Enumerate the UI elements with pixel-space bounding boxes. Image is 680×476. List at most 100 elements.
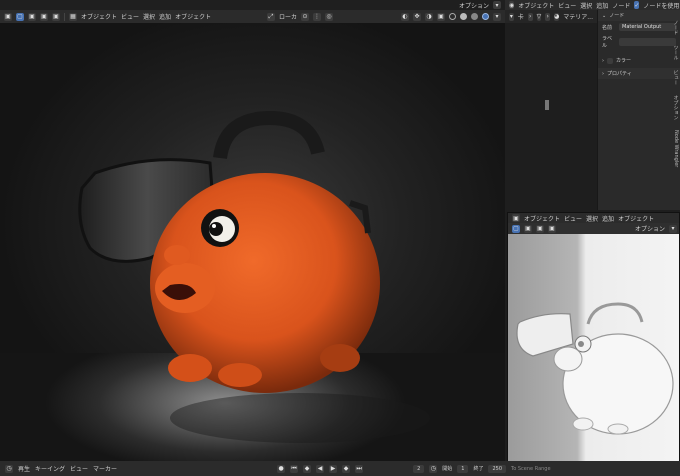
name-field[interactable]: Material Output xyxy=(619,23,676,31)
keying-menu[interactable]: キーイング xyxy=(35,464,65,473)
overlay-icon[interactable]: ◑ xyxy=(425,12,433,21)
sub-object-menu[interactable]: オブジェクト xyxy=(618,214,654,223)
secondary-canvas[interactable] xyxy=(508,234,679,461)
chevron-down-icon[interactable]: ▾ xyxy=(669,224,677,233)
sub-select-menu[interactable]: 選択 xyxy=(586,214,598,223)
play-reverse-icon[interactable]: ◀ xyxy=(316,464,325,473)
main-viewport[interactable] xyxy=(0,23,505,461)
node-select-menu[interactable]: 選択 xyxy=(580,1,592,10)
jump-start-icon[interactable]: ⏮ xyxy=(290,464,299,473)
outline-leg-2 xyxy=(607,423,629,435)
node-node-menu[interactable]: ノード xyxy=(612,1,630,10)
tab-node-wrangler[interactable]: Node Wrangler xyxy=(673,130,679,167)
properties-panel: ⌄ ノード 名前 Material Output ラベル › カラー › プロパ… xyxy=(597,10,680,210)
tab-tool[interactable]: ツール xyxy=(673,45,680,60)
xray-icon[interactable]: ▣ xyxy=(437,12,445,21)
solid-shading-icon[interactable] xyxy=(460,13,467,20)
marker-menu[interactable]: マーカー xyxy=(93,464,117,473)
pivot-icon[interactable]: ⊙ xyxy=(301,12,309,21)
checkbox-icon[interactable]: ✓ xyxy=(634,1,640,9)
slot-icon[interactable]: ▾ xyxy=(509,12,514,21)
playback-menu[interactable]: 再生 xyxy=(18,464,30,473)
chevron-down-icon[interactable]: ⌄ xyxy=(602,13,606,19)
node-add-menu[interactable]: 追加 xyxy=(596,1,608,10)
select-subtract-icon[interactable]: ▣ xyxy=(536,224,544,233)
local-dropdown[interactable]: ローカ xyxy=(279,12,297,21)
outline-leg xyxy=(572,417,594,431)
label-field[interactable] xyxy=(619,38,676,46)
timeline-view-menu[interactable]: ビュー xyxy=(70,464,88,473)
secondary-viewport-header: ▣ オブジェクト ビュー 選択 追加 オブジェクト xyxy=(508,213,679,223)
visibility-icon[interactable]: ◐ xyxy=(401,12,409,21)
options-dropdown[interactable]: オプション xyxy=(459,1,489,10)
rendered-shading-icon[interactable] xyxy=(482,13,489,20)
to-scene-range-button[interactable]: To Scene Range xyxy=(511,466,551,472)
chevron-right-icon[interactable]: › xyxy=(527,12,533,21)
node-view-menu[interactable]: ビュー xyxy=(558,1,576,10)
next-key-icon[interactable]: ◆ xyxy=(342,464,351,473)
node-canvas-marker xyxy=(545,100,549,110)
tab-view[interactable]: ビュー xyxy=(673,70,680,85)
divider xyxy=(64,12,65,21)
clock-icon[interactable]: ◷ xyxy=(429,464,438,473)
end-frame-field[interactable]: 250 xyxy=(488,464,507,473)
sub-options-dropdown[interactable]: オプション xyxy=(635,224,665,233)
select-subtract-icon[interactable]: ▣ xyxy=(40,12,48,21)
material-sphere-icon[interactable]: ◕ xyxy=(554,12,560,21)
use-nodes-label[interactable]: ノードを使用 xyxy=(643,1,679,10)
shading-options-icon[interactable]: ▾ xyxy=(493,12,501,21)
proportional-edit-icon[interactable]: ◎ xyxy=(325,12,333,21)
outline-pupil xyxy=(578,341,584,347)
gizmo-icon[interactable]: ✥ xyxy=(413,12,421,21)
material-name[interactable]: マテリア... xyxy=(563,12,593,21)
select-extend-icon[interactable]: ▣ xyxy=(28,12,36,21)
tab-options[interactable]: オプション xyxy=(673,95,680,120)
name-row: 名前 Material Output xyxy=(598,21,680,33)
editor-type-icon[interactable]: ▣ xyxy=(512,214,520,222)
node-mode-menu[interactable]: オブジェクト xyxy=(518,1,554,10)
secondary-viewport-toolbar: ▢ ▣ ▣ ▣ オプション ▾ xyxy=(508,223,679,234)
properties-row[interactable]: › プロパティ xyxy=(598,68,680,79)
chevron-right-icon[interactable]: › xyxy=(602,71,604,77)
color-checkbox-icon[interactable] xyxy=(607,57,613,64)
current-frame-field[interactable]: 2 xyxy=(413,464,425,473)
view-menu[interactable]: ビュー xyxy=(121,12,139,21)
add-menu[interactable]: 追加 xyxy=(159,12,171,21)
editor-type-icon[interactable]: ◷ xyxy=(5,464,13,473)
wireframe-shading-icon[interactable] xyxy=(449,13,456,20)
tab-node[interactable]: ノード xyxy=(673,20,680,35)
sub-view-menu[interactable]: ビュー xyxy=(564,214,582,223)
funnel-icon[interactable]: ▽ xyxy=(536,12,542,21)
node-section-header[interactable]: ⌄ ノード xyxy=(598,10,680,21)
secondary-viewport: ▣ オブジェクト ビュー 選択 追加 オブジェクト ▢ ▣ ▣ ▣ オプション … xyxy=(507,212,680,462)
material-shading-icon[interactable] xyxy=(471,13,478,20)
chevron-right-icon[interactable]: › xyxy=(545,12,551,21)
end-label: 終了 xyxy=(473,466,484,472)
select-intersect-icon[interactable]: ▣ xyxy=(548,224,556,233)
start-frame-field[interactable]: 1 xyxy=(457,464,469,473)
snap-icon[interactable]: ⋮ xyxy=(313,12,321,21)
transform-orientation-icon[interactable]: ⤢ xyxy=(266,12,275,21)
record-icon[interactable]: ● xyxy=(277,464,286,473)
object-mode-icon: ▦ xyxy=(69,12,77,21)
select-intersect-icon[interactable]: ▣ xyxy=(52,12,60,21)
select-box-icon[interactable]: ▢ xyxy=(16,12,24,21)
sub-add-menu[interactable]: 追加 xyxy=(602,214,614,223)
prev-key-icon[interactable]: ◆ xyxy=(303,464,312,473)
editor-type-icon[interactable]: ◉ xyxy=(509,1,515,9)
chevron-right-icon[interactable]: › xyxy=(602,58,604,64)
name-label: 名前 xyxy=(602,24,613,31)
mode-menu[interactable]: オブジェクト xyxy=(81,12,117,21)
play-icon[interactable]: ▶ xyxy=(329,464,338,473)
sub-mode-menu[interactable]: オブジェクト xyxy=(524,214,560,223)
jump-end-icon[interactable]: ⏭ xyxy=(355,464,364,473)
editor-type-icon[interactable]: ▣ xyxy=(4,12,12,21)
chevron-down-icon[interactable]: ▾ xyxy=(493,1,501,9)
object-menu[interactable]: オブジェクト xyxy=(175,12,211,21)
viewport-header: ▣ ▢ ▣ ▣ ▣ ▦ オブジェクト ビュー 選択 追加 オブジェクト ⤢ ロー… xyxy=(0,10,505,23)
render-scene xyxy=(78,110,430,443)
select-extend-icon[interactable]: ▣ xyxy=(524,224,532,233)
select-menu[interactable]: 選択 xyxy=(143,12,155,21)
select-box-icon[interactable]: ▢ xyxy=(512,224,520,233)
color-row[interactable]: › カラー xyxy=(598,55,680,66)
